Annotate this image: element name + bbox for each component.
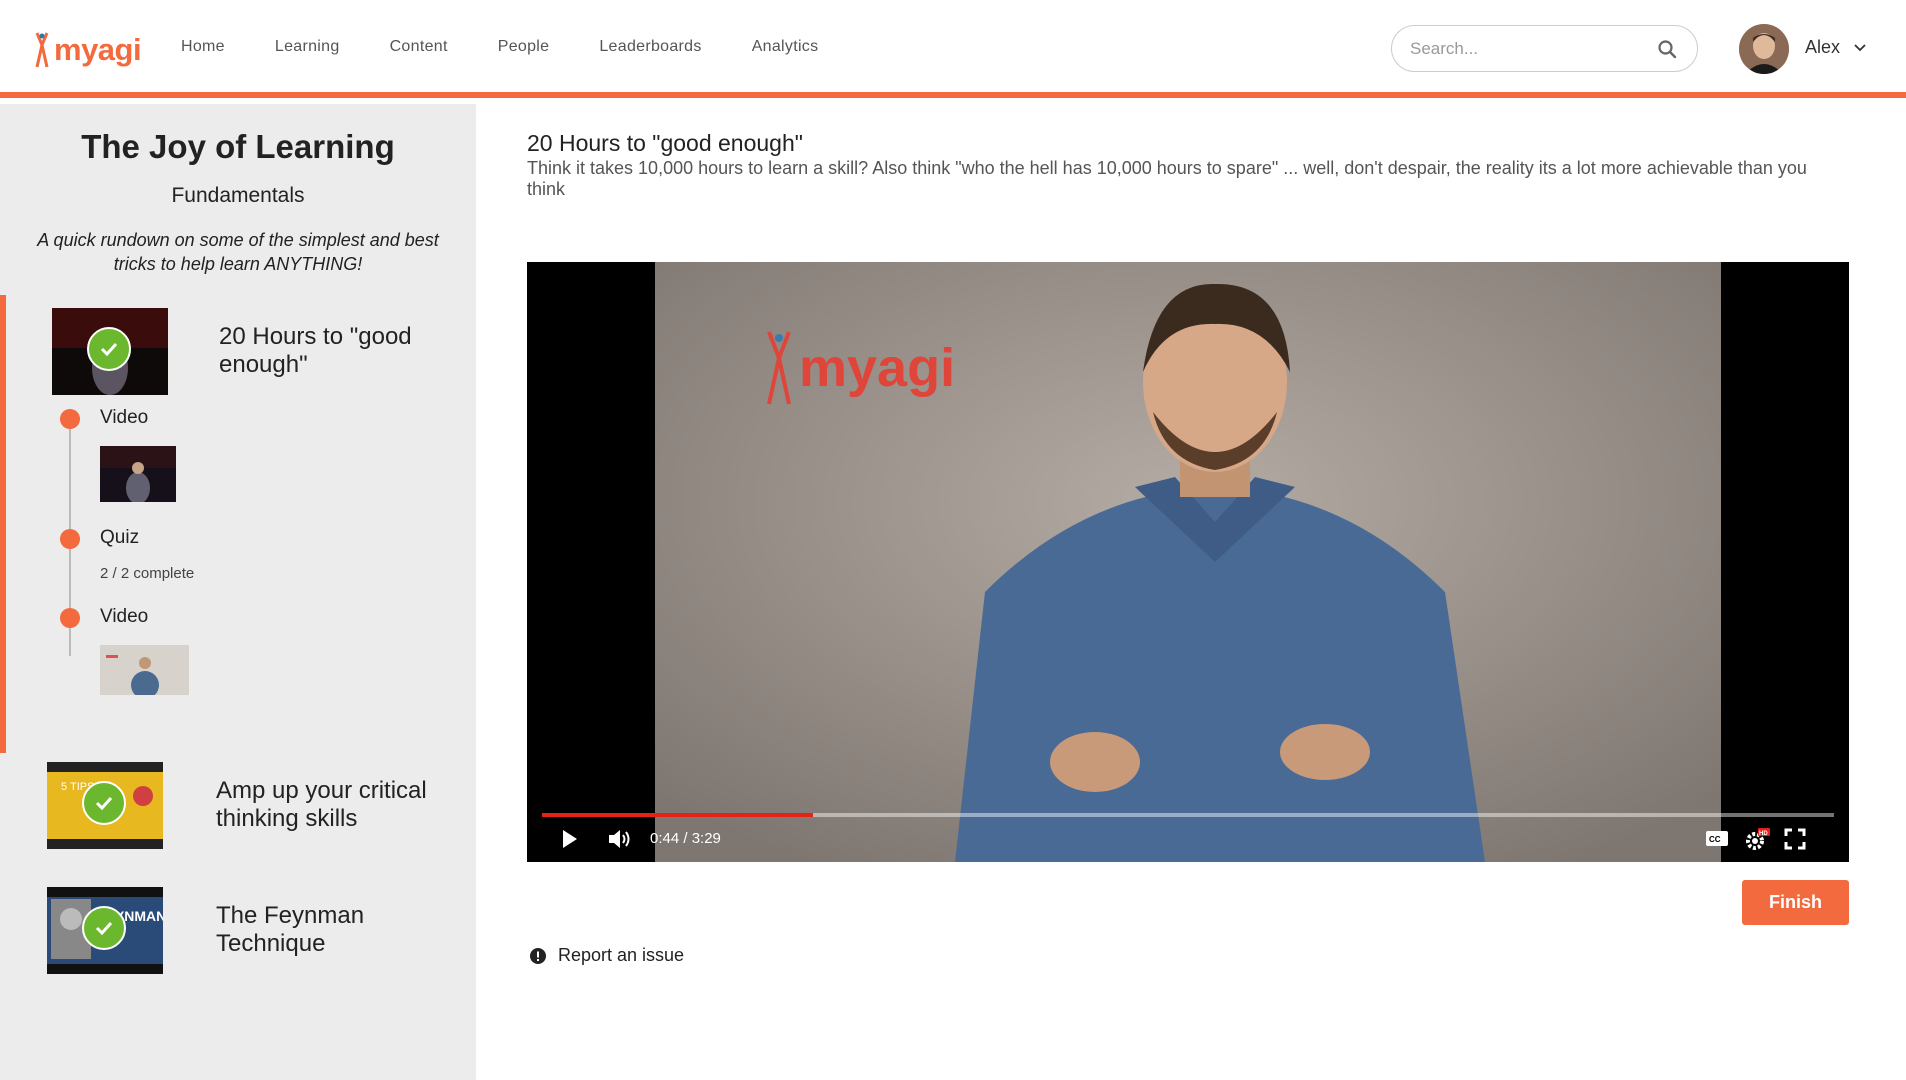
video-progress-fill [542, 813, 814, 817]
report-issue-link[interactable]: Report an issue [530, 945, 684, 966]
step-video-thumbnail[interactable] [100, 446, 176, 502]
completed-check-icon [82, 906, 126, 950]
watermark-text: myagi [799, 338, 956, 398]
video-time: 0:44 / 3:29 [650, 830, 721, 847]
myagi-logo-icon [35, 32, 49, 68]
completed-check-icon [82, 781, 126, 825]
active-lesson-indicator [0, 295, 6, 753]
step-dot [60, 608, 80, 628]
myagi-logo[interactable]: myagi [34, 30, 142, 70]
closed-captions-icon[interactable]: CC [1705, 828, 1729, 848]
search-icon[interactable] [1657, 39, 1677, 59]
quiz-progress-text: 2 / 2 complete [100, 565, 195, 582]
avatar-image [1739, 24, 1789, 74]
course-description: A quick rundown on some of the simplest … [37, 230, 439, 274]
lesson-title[interactable]: The Feynman Technique [216, 902, 456, 958]
play-icon[interactable] [561, 828, 579, 850]
alert-icon [530, 947, 546, 964]
user-avatar[interactable] [1739, 24, 1789, 74]
nav-leaderboards[interactable]: Leaderboards [599, 38, 701, 56]
video-progress-bar[interactable] [542, 813, 1834, 817]
nav-content[interactable]: Content [390, 38, 448, 56]
chevron-down-icon[interactable] [1853, 41, 1867, 55]
svg-text:CC: CC [1709, 835, 1721, 844]
step-label-video[interactable]: Video [100, 606, 148, 628]
report-issue-label: Report an issue [558, 945, 685, 965]
step-label-video[interactable]: Video [100, 407, 148, 429]
fullscreen-icon[interactable] [1784, 828, 1806, 850]
course-title: The Joy of Learning [81, 128, 395, 165]
lesson-title[interactable]: 20 Hours to "good enough" [219, 323, 459, 379]
video-thumbnail-image [100, 645, 189, 695]
course-subtitle: Fundamentals [171, 184, 305, 207]
step-label-quiz[interactable]: Quiz [100, 527, 139, 549]
step-dot [60, 529, 80, 549]
video-player[interactable]: myagi 0:44 / 3:29 CC HD [527, 262, 1849, 862]
lesson-title[interactable]: Amp up your critical thinking skills [216, 777, 456, 833]
lesson-heading: 20 Hours to "good enough" [527, 130, 803, 156]
course-sidebar: The Joy of Learning Fundamentals A quick… [0, 104, 476, 1080]
completed-check-icon [87, 327, 131, 371]
top-header: myagi Home Learning Content People Leade… [0, 0, 1906, 98]
user-name[interactable]: Alex [1805, 37, 1840, 58]
svg-text:HD: HD [1759, 831, 1768, 837]
nav-learning[interactable]: Learning [275, 38, 340, 56]
settings-gear-icon[interactable]: HD [1744, 828, 1770, 852]
nav-people[interactable]: People [498, 38, 550, 56]
finish-button[interactable]: Finish [1742, 880, 1849, 925]
step-dot [60, 409, 80, 429]
nav-home[interactable]: Home [181, 38, 225, 56]
volume-icon[interactable] [607, 828, 633, 850]
nav-analytics[interactable]: Analytics [752, 38, 819, 56]
search-input[interactable] [1410, 38, 1650, 60]
video-watermark: myagi [765, 328, 955, 408]
video-thumbnail-image [100, 446, 176, 502]
myagi-watermark-icon [767, 331, 791, 405]
main-nav: Home Learning Content People Leaderboard… [181, 38, 868, 56]
search-box [1391, 25, 1698, 72]
step-video-thumbnail[interactable] [100, 645, 189, 695]
lesson-description: Think it takes 10,000 hours to learn a s… [527, 158, 1807, 199]
logo-text: myagi [54, 32, 142, 67]
